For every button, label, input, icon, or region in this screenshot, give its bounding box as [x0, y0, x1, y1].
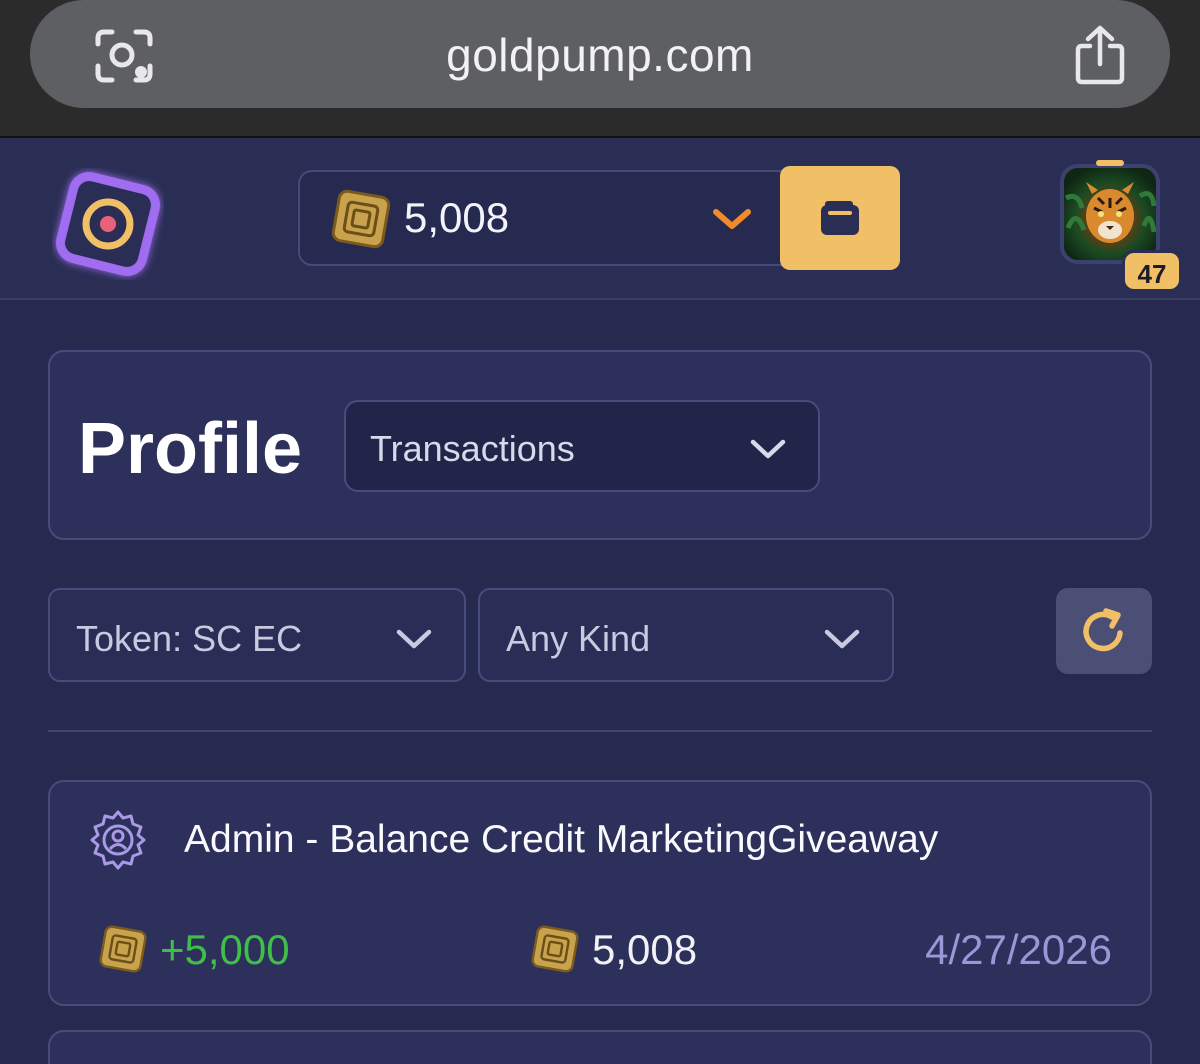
- transaction-amount: +5,000: [160, 926, 290, 973]
- transaction-balance: 5,008: [592, 926, 698, 973]
- token-filter-value: Token: SC EC: [76, 618, 303, 659]
- address-bar[interactable]: goldpump.com: [30, 0, 1170, 108]
- transaction-date: 4/27/2026: [925, 926, 1112, 973]
- profile-section-select[interactable]: Transactions: [344, 400, 820, 492]
- chevron-down-icon[interactable]: [710, 204, 754, 234]
- wallet-button[interactable]: [780, 166, 900, 270]
- avatar-indicator: [1096, 160, 1124, 166]
- chevron-down-icon: [750, 439, 786, 459]
- token-filter-select[interactable]: Token: SC EC: [48, 588, 466, 682]
- page-title: Profile: [78, 409, 303, 489]
- level-badge: 47: [1122, 250, 1182, 292]
- gold-coin-icon: [331, 189, 391, 249]
- tiger-avatar-icon: [1064, 182, 1156, 243]
- refresh-button[interactable]: [1056, 588, 1152, 674]
- kind-filter-select[interactable]: Any Kind: [478, 588, 894, 682]
- avatar: [1060, 164, 1160, 264]
- profile-section-value: Transactions: [370, 428, 575, 469]
- transaction-title: Admin - Balance Credit MarketingGiveaway: [184, 818, 939, 861]
- divider: [48, 730, 1152, 732]
- browser-bar: goldpump.com: [0, 0, 1200, 138]
- transaction-card[interactable]: [48, 1030, 1152, 1064]
- share-icon[interactable]: [1072, 24, 1128, 86]
- balance-value: 5,008: [404, 194, 510, 241]
- wallet-icon: [821, 201, 859, 235]
- chevron-down-icon: [396, 629, 432, 649]
- app-header: 5,008: [0, 138, 1200, 300]
- kind-filter-value: Any Kind: [506, 618, 651, 659]
- chevron-down-icon: [824, 629, 860, 649]
- admin-gear-icon: [90, 810, 146, 870]
- url-text[interactable]: goldpump.com: [30, 28, 1170, 82]
- balance-selector[interactable]: 5,008: [298, 166, 900, 270]
- profile-header-card: Profile Transactions: [48, 350, 1152, 540]
- gold-coin-icon: [99, 925, 147, 973]
- transaction-card[interactable]: Admin - Balance Credit MarketingGiveaway…: [48, 780, 1152, 1006]
- refresh-icon: [1083, 608, 1123, 652]
- gold-coin-icon: [531, 925, 579, 973]
- goldpump-logo-icon[interactable]: [52, 168, 164, 280]
